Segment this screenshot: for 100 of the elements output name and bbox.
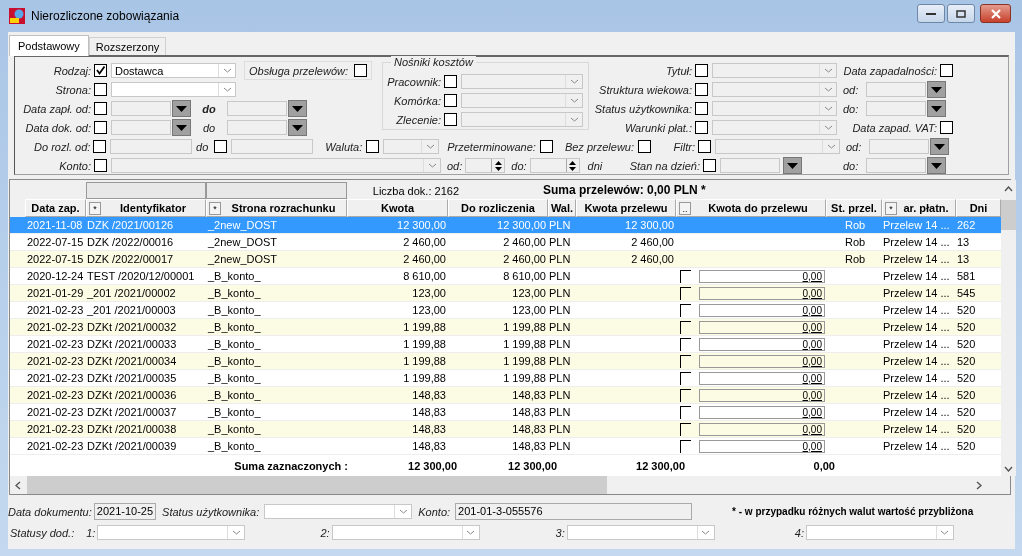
- calendar-dropdown-button[interactable]: [783, 157, 802, 174]
- table-row[interactable]: 2021-02-23 DZKt /2021/00038 _B_konto_ 148,83 148,83 PLN 0,00 Przelew 14 ... 520: [10, 421, 1001, 438]
- date-field[interactable]: [111, 101, 171, 116]
- dropdown-field[interactable]: [111, 82, 236, 97]
- checkbox[interactable]: [680, 439, 691, 453]
- checkbox[interactable]: [94, 102, 107, 115]
- table-row[interactable]: 2021-01-29 _201 /2021/00002 _B_konto_ 123,00 123,00 PLN 0,00 Przelew 14 ... 545: [10, 285, 1001, 302]
- scroll-left-icon[interactable]: [15, 480, 21, 490]
- vertical-scrollbar[interactable]: [1001, 180, 1016, 476]
- dropdown-field[interactable]: [805, 525, 954, 540]
- table-row[interactable]: 2021-02-23 DZKt /2021/00034 _B_konto_ 1 199,88 1 199,88 PLN 0,00 Przelew 14 ... 520: [10, 353, 1001, 370]
- text-field[interactable]: [231, 139, 314, 154]
- scroll-up-icon[interactable]: [1004, 186, 1013, 192]
- column-header[interactable]: * ar. płatn.: [882, 199, 956, 217]
- scroll-thumb[interactable]: [27, 476, 607, 494]
- checkbox[interactable]: [444, 113, 457, 126]
- column-header[interactable]: Kwota: [347, 199, 448, 217]
- column-filter-field[interactable]: [86, 182, 206, 199]
- checkbox[interactable]: [695, 121, 708, 134]
- checkbox[interactable]: [680, 269, 691, 283]
- checkbox[interactable]: [680, 337, 691, 351]
- dropdown-field[interactable]: [264, 504, 413, 519]
- scroll-thumb[interactable]: [1001, 200, 1016, 230]
- checkbox[interactable]: [695, 64, 708, 77]
- amount-field[interactable]: 0,00: [699, 320, 825, 334]
- checkbox[interactable]: [444, 75, 457, 88]
- table-row[interactable]: 2021-02-23 DZKt /2021/00039 _B_konto_ 148,83 148,83 PLN 0,00 Przelew 14 ... 520: [10, 438, 1001, 455]
- calendar-dropdown-button[interactable]: [930, 138, 949, 155]
- calendar-dropdown-button[interactable]: [288, 119, 307, 136]
- column-button[interactable]: *: [885, 202, 897, 215]
- checkbox[interactable]: [680, 286, 691, 300]
- checkbox[interactable]: [940, 64, 953, 77]
- date-field[interactable]: [866, 82, 926, 97]
- maximize-button[interactable]: [947, 4, 975, 23]
- amount-field[interactable]: 0,00: [699, 405, 825, 419]
- checkbox[interactable]: [94, 64, 107, 77]
- column-button[interactable]: ..: [679, 202, 691, 215]
- checkbox[interactable]: [680, 405, 691, 419]
- checkbox[interactable]: [680, 354, 691, 368]
- date-field[interactable]: [866, 101, 926, 116]
- calendar-dropdown-button[interactable]: [288, 100, 307, 117]
- checkbox[interactable]: [354, 64, 368, 77]
- dropdown-field[interactable]: Dostawca: [111, 63, 236, 78]
- scroll-right-icon[interactable]: [976, 480, 982, 490]
- date-field[interactable]: [869, 139, 929, 154]
- date-field[interactable]: [720, 158, 780, 173]
- table-row[interactable]: 2022-07-15 DZK /2022/00017 _2new_DOST 2 460,00 2 460,00 PLN 2 460,00 Rob Przelew 14 ... 13: [10, 251, 1001, 268]
- column-header[interactable]: Data zap.: [25, 199, 86, 217]
- column-button[interactable]: *: [209, 202, 221, 215]
- checkbox[interactable]: [680, 320, 691, 334]
- checkbox[interactable]: [214, 140, 228, 153]
- checkbox[interactable]: [695, 102, 708, 115]
- amount-field[interactable]: 0,00: [699, 286, 825, 300]
- dropdown-field[interactable]: [461, 74, 583, 89]
- column-header[interactable]: .. Kwota do przelewu: [676, 199, 826, 217]
- checkbox[interactable]: [680, 422, 691, 436]
- checkbox[interactable]: [93, 140, 107, 153]
- amount-field[interactable]: 0,00: [699, 388, 825, 402]
- amount-field[interactable]: 0,00: [699, 303, 825, 317]
- table-row[interactable]: 2021-02-23 DZKt /2021/00036 _B_konto_ 148,83 148,83 PLN 0,00 Przelew 14 ... 520: [10, 387, 1001, 404]
- tab[interactable]: Podstawowy: [9, 35, 89, 56]
- dropdown-field[interactable]: [715, 139, 840, 154]
- checkbox[interactable]: [940, 121, 953, 134]
- checkbox[interactable]: [366, 140, 380, 153]
- dropdown-field[interactable]: [461, 93, 583, 108]
- checkbox[interactable]: [539, 140, 553, 153]
- checkbox[interactable]: [94, 159, 107, 172]
- close-button[interactable]: [980, 4, 1011, 23]
- column-header[interactable]: Do rozliczenia: [448, 199, 548, 217]
- column-header[interactable]: Wal.: [548, 199, 576, 217]
- column-header[interactable]: * Identyfikator: [86, 199, 206, 217]
- column-header[interactable]: St. przel.: [826, 199, 882, 217]
- dropdown-field[interactable]: [566, 525, 715, 540]
- dropdown-field[interactable]: [712, 101, 837, 116]
- amount-field[interactable]: 0,00: [699, 422, 825, 436]
- dropdown-field[interactable]: [97, 525, 246, 540]
- amount-field[interactable]: 0,00: [699, 269, 825, 283]
- column-button[interactable]: *: [89, 202, 101, 215]
- amount-field[interactable]: 0,00: [699, 354, 825, 368]
- calendar-dropdown-button[interactable]: [172, 100, 191, 117]
- number-field[interactable]: [465, 158, 506, 173]
- dropdown-field[interactable]: [712, 82, 837, 97]
- table-row[interactable]: 2021-02-23 DZKt /2021/00032 _B_konto_ 1 199,88 1 199,88 PLN 0,00 Przelew 14 ... 520: [10, 319, 1001, 336]
- calendar-dropdown-button[interactable]: [927, 157, 946, 174]
- checkbox[interactable]: [94, 83, 107, 96]
- calendar-dropdown-button[interactable]: [927, 100, 946, 117]
- amount-field[interactable]: 0,00: [699, 371, 825, 385]
- checkbox[interactable]: [94, 121, 107, 134]
- text-field[interactable]: [110, 139, 193, 154]
- column-filter-field[interactable]: [206, 182, 347, 199]
- dropdown-field[interactable]: [383, 139, 440, 154]
- dropdown-field[interactable]: [712, 63, 837, 78]
- date-field[interactable]: [111, 120, 171, 135]
- dropdown-field[interactable]: [331, 525, 480, 540]
- date-field[interactable]: [227, 120, 287, 135]
- amount-field[interactable]: 0,00: [699, 439, 825, 453]
- checkbox[interactable]: [680, 388, 691, 402]
- column-header[interactable]: Dni: [956, 199, 1001, 217]
- checkbox[interactable]: [638, 140, 651, 153]
- scroll-down-icon[interactable]: [1004, 466, 1013, 472]
